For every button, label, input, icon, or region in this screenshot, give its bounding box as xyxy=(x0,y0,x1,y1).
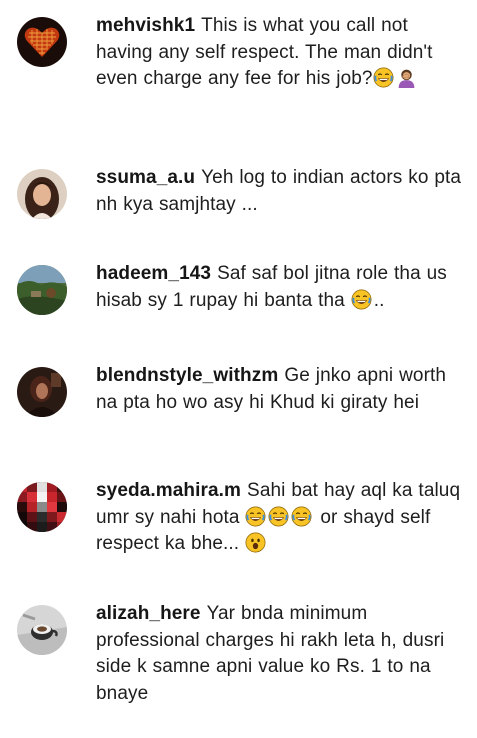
pixelated-avatar[interactable] xyxy=(17,482,67,532)
comment-username[interactable]: syeda.mahira.m xyxy=(96,480,241,501)
cup-avatar[interactable] xyxy=(17,605,67,655)
comment-text: mehvishk1 This is what you call not havin… xyxy=(96,13,466,93)
joy-emoji xyxy=(291,506,312,527)
comment-username[interactable]: mehvishk1 xyxy=(96,15,195,36)
joy-emoji xyxy=(351,289,372,310)
comment-username[interactable]: alizah_here xyxy=(96,603,201,624)
dark-portrait-avatar[interactable] xyxy=(17,367,67,417)
comment-username[interactable]: hadeem_143 xyxy=(96,263,211,284)
landscape-avatar[interactable] xyxy=(17,265,67,315)
comment-text: syeda.mahira.m Sahi bat hay aql ka taluq … xyxy=(96,478,466,558)
facepalm-emoji xyxy=(396,67,417,88)
portrait-avatar[interactable] xyxy=(17,169,67,219)
joy-emoji xyxy=(373,67,394,88)
joy-emoji xyxy=(268,506,289,527)
comment-text: blendnstyle_withzm Ge jnko apni worth na … xyxy=(96,363,466,416)
joy-emoji xyxy=(245,506,266,527)
comment-text: ssuma_a.u Yeh log to indian actors ko pta… xyxy=(96,165,466,218)
comment-list: mehvishk1 This is what you call not havin… xyxy=(0,0,477,738)
comment-text: alizah_here Yar bnda minimum professional… xyxy=(96,601,466,707)
astonished-emoji xyxy=(245,532,266,553)
comment-body-suffix: .. xyxy=(373,289,385,311)
comment-text: hadeem_143 Saf saf bol jitna role tha us … xyxy=(96,261,466,314)
heart-avatar[interactable] xyxy=(17,17,67,67)
comment-username[interactable]: ssuma_a.u xyxy=(96,167,195,188)
comment-username[interactable]: blendnstyle_withzm xyxy=(96,365,278,386)
